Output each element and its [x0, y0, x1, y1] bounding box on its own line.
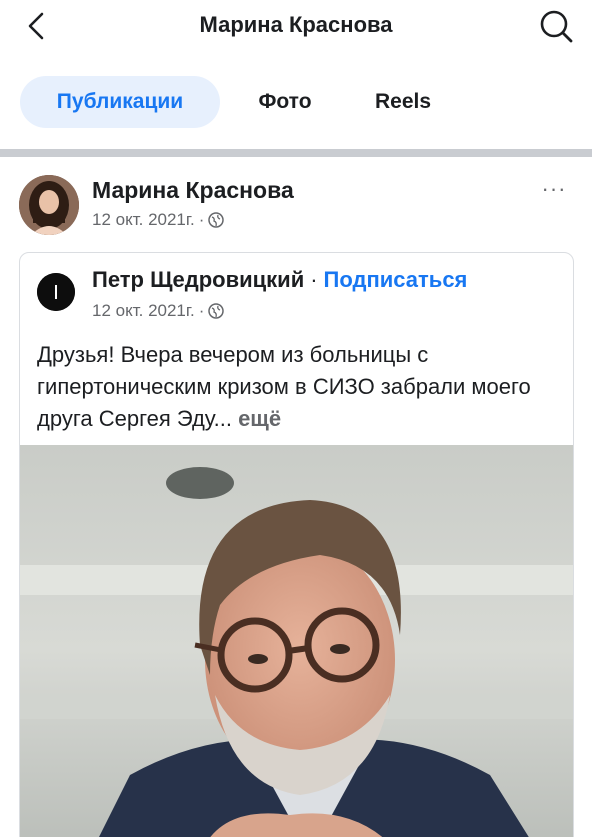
post-photo[interactable]	[20, 445, 573, 837]
author-name[interactable]: Марина Краснова	[92, 177, 294, 204]
profile-tabs: Публикации Фото Reels	[0, 72, 592, 136]
author-avatar[interactable]	[19, 175, 79, 235]
shared-post-meta: 12 окт. 2021г. ·	[92, 301, 225, 321]
tab-publications[interactable]: Публикации	[20, 76, 220, 128]
shared-post-text: Друзья! Вчера вечером из больницы с гипе…	[37, 339, 557, 435]
follow-button[interactable]: Подписаться	[324, 267, 468, 293]
shared-author-name[interactable]: Петр Щедровицкий	[92, 267, 304, 293]
globe-icon	[208, 212, 225, 228]
avatar-photo	[19, 175, 79, 235]
see-more-link[interactable]: ещё	[238, 406, 281, 431]
shared-post-date[interactable]: 12 окт. 2021г.	[92, 301, 195, 321]
page-title: Марина Краснова	[199, 12, 393, 37]
feed-post: Марина Краснова 12 окт. 2021г. · ··· Пет…	[0, 157, 592, 837]
portrait-photo	[20, 445, 573, 837]
search-icon	[540, 10, 573, 43]
shared-author-avatar[interactable]	[37, 273, 75, 311]
post-body: Друзья! Вчера вечером из больницы с гипе…	[37, 342, 531, 431]
section-divider	[0, 149, 592, 157]
meta-separator: ·	[198, 301, 205, 320]
top-bar: Марина Краснова	[0, 0, 592, 56]
avatar-graphic	[37, 273, 75, 311]
more-options-button[interactable]: ···	[536, 176, 572, 201]
tab-photos[interactable]: Фото	[240, 76, 330, 128]
post-date[interactable]: 12 окт. 2021г.	[92, 210, 195, 230]
meta-separator: ·	[198, 210, 205, 229]
post-meta: 12 окт. 2021г. ·	[92, 210, 225, 230]
header-separator: ·	[310, 267, 318, 292]
tab-reels[interactable]: Reels	[355, 76, 451, 128]
search-button[interactable]	[536, 6, 576, 46]
globe-icon	[208, 303, 225, 319]
shared-post-card[interactable]: Петр Щедровицкий · Подписаться 12 окт. 2…	[19, 252, 574, 837]
shared-post-header: Петр Щедровицкий · Подписаться	[92, 267, 467, 293]
